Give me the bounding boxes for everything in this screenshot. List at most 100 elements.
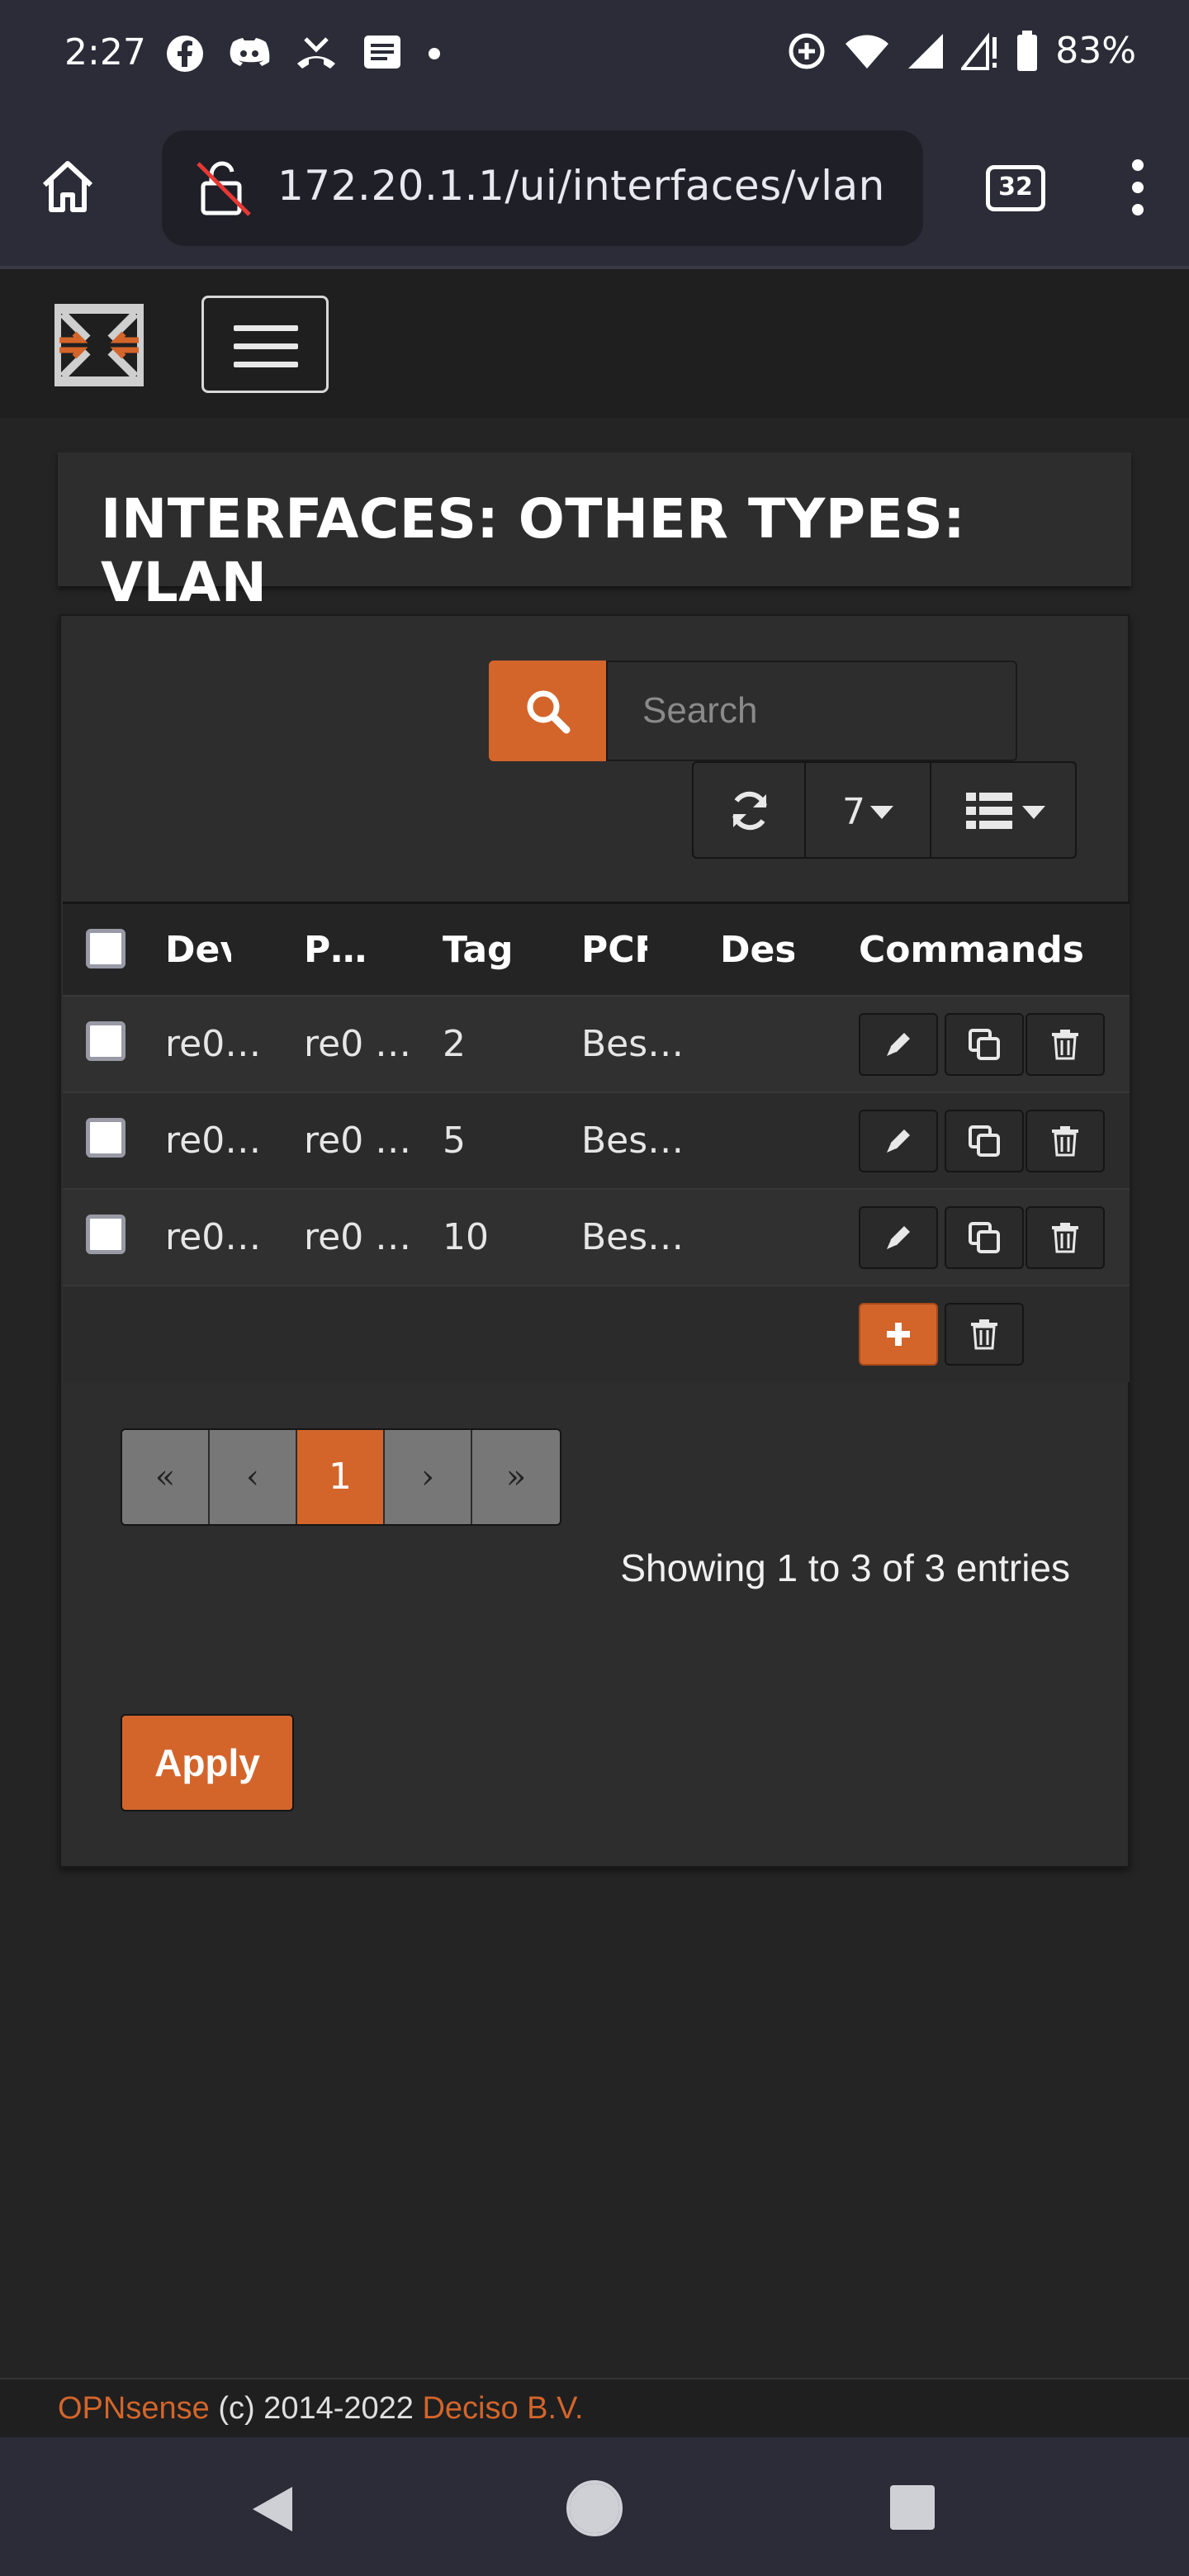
opnsense-logo-icon[interactable] <box>54 299 144 391</box>
page-1-button[interactable]: 1 <box>297 1430 385 1524</box>
previous-page-button[interactable]: ‹ <box>210 1430 297 1524</box>
copy-icon <box>969 1125 1000 1157</box>
page-title: INTERFACES: OTHER TYPES: VLAN <box>101 487 966 614</box>
footer-company-link[interactable]: Deciso B.V. <box>422 2391 583 2426</box>
message-icon <box>364 36 400 69</box>
pencil-icon <box>887 1226 910 1249</box>
vlan-grid-panel: 7 Dev P… Tag PCF Des Commands re0… re0 …… <box>59 614 1130 1868</box>
trash-icon <box>971 1319 997 1350</box>
pencil-icon <box>887 1129 910 1153</box>
add-button[interactable] <box>859 1303 938 1366</box>
row-select-checkbox[interactable] <box>86 1215 126 1254</box>
hamburger-line <box>234 343 298 349</box>
clone-button[interactable] <box>945 1110 1024 1172</box>
hamburger-line <box>234 325 298 331</box>
hamburger-line <box>234 362 298 367</box>
column-header-commands: Commands <box>859 929 1084 971</box>
pcp-cell: Bes… <box>581 1120 685 1162</box>
missed-call-icon <box>297 37 335 69</box>
refresh-button[interactable] <box>694 763 806 857</box>
tag-cell: 5 <box>443 1120 466 1162</box>
tab-switcher-button[interactable]: 32 <box>986 165 1045 211</box>
status-time: 2:27 <box>64 31 146 73</box>
column-header-parent[interactable]: P… <box>304 929 411 971</box>
device-cell: re0… <box>165 1120 262 1162</box>
status-bar: 2:27 83% <box>0 0 1189 109</box>
column-header-tag[interactable]: Tag <box>443 929 550 971</box>
trash-icon <box>1052 1030 1078 1060</box>
delete-selected-button[interactable] <box>945 1303 1024 1366</box>
footer-text: OPNsense (c) 2014-2022 Deciso B.V. <box>58 2391 584 2427</box>
page-size-dropdown[interactable]: 7 <box>806 763 931 857</box>
recents-icon[interactable] <box>888 2484 936 2531</box>
discord-icon <box>230 38 270 66</box>
edit-button[interactable] <box>859 1013 938 1076</box>
copy-icon <box>969 1029 1000 1060</box>
system-navigation-bar <box>0 2437 1189 2576</box>
apply-button[interactable]: Apply <box>121 1714 294 1811</box>
next-page-button[interactable]: › <box>385 1430 472 1524</box>
search-icon <box>527 690 571 734</box>
column-header-device[interactable]: Dev <box>165 929 231 971</box>
home-icon[interactable] <box>38 157 97 216</box>
nav-toggle-button[interactable] <box>201 296 329 393</box>
trash-icon <box>1052 1223 1078 1253</box>
page-title-box: INTERFACES: OTHER TYPES: VLAN <box>58 452 1131 614</box>
list-icon <box>966 793 1012 829</box>
tag-cell: 2 <box>443 1023 466 1065</box>
page-size-value: 7 <box>842 791 865 833</box>
caret-down-icon <box>870 806 893 819</box>
tag-cell: 10 <box>443 1216 489 1258</box>
table-row: re0… re0 … 10 Bes… <box>63 1188 1130 1285</box>
search-input[interactable] <box>606 661 1017 761</box>
column-header-pcp[interactable]: PCF <box>581 929 647 971</box>
device-cell: re0… <box>165 1023 262 1065</box>
table-footer-row <box>63 1285 1130 1382</box>
home-button-icon[interactable] <box>565 2479 624 2538</box>
pcp-cell: Bes… <box>581 1216 685 1258</box>
battery-icon <box>1017 30 1038 71</box>
app-header <box>0 266 1189 418</box>
browser-toolbar: 172.20.1.1/ui/interfaces/vlan 32 <box>0 109 1189 266</box>
refresh-icon <box>732 791 767 831</box>
url-bar[interactable]: 172.20.1.1/ui/interfaces/vlan <box>162 130 923 246</box>
pencil-icon <box>887 1033 910 1056</box>
battery-percent: 83% <box>1055 30 1136 72</box>
column-selection-dropdown[interactable] <box>931 763 1075 857</box>
not-secure-lock-icon[interactable] <box>195 159 253 218</box>
device-cell: re0… <box>165 1216 262 1258</box>
back-icon[interactable] <box>248 2484 296 2535</box>
url-text[interactable]: 172.20.1.1/ui/interfaces/vlan <box>277 162 885 210</box>
clone-button[interactable] <box>945 1013 1024 1076</box>
row-select-checkbox[interactable] <box>86 1021 126 1061</box>
delete-button[interactable] <box>1026 1206 1105 1269</box>
table-row: re0… re0 … 5 Bes… <box>63 1091 1130 1188</box>
first-page-button[interactable]: « <box>122 1430 210 1524</box>
signal-icon <box>908 33 944 69</box>
delete-button[interactable] <box>1026 1110 1105 1172</box>
signal-alert-icon <box>961 31 997 70</box>
delete-button[interactable] <box>1026 1013 1105 1076</box>
parent-cell: re0 … <box>304 1120 412 1162</box>
select-all-checkbox[interactable] <box>86 929 126 968</box>
table-row: re0… re0 … 2 Bes… <box>63 995 1130 1091</box>
pcp-cell: Bes… <box>581 1023 685 1065</box>
search-button[interactable] <box>489 661 606 761</box>
wifi-icon <box>846 35 889 69</box>
vlan-table: Dev P… Tag PCF Des Commands re0… re0 … 2… <box>63 902 1130 1382</box>
entries-info: Showing 1 to 3 of 3 entries <box>620 1546 1070 1589</box>
column-header-description[interactable]: Des <box>720 929 794 971</box>
overflow-menu-icon[interactable] <box>1130 159 1146 216</box>
dot-icon <box>429 48 440 59</box>
edit-button[interactable] <box>859 1110 938 1172</box>
caret-down-icon <box>1022 806 1045 819</box>
last-page-button[interactable]: » <box>472 1430 560 1524</box>
table-header-row: Dev P… Tag PCF Des Commands <box>63 904 1130 995</box>
row-select-checkbox[interactable] <box>86 1118 126 1158</box>
pagination: « ‹ 1 › » <box>121 1428 561 1526</box>
footer-product-link[interactable]: OPNsense <box>58 2391 210 2426</box>
edit-button[interactable] <box>859 1206 938 1269</box>
facebook-icon <box>167 36 203 72</box>
plus-icon <box>887 1323 910 1346</box>
clone-button[interactable] <box>945 1206 1024 1269</box>
